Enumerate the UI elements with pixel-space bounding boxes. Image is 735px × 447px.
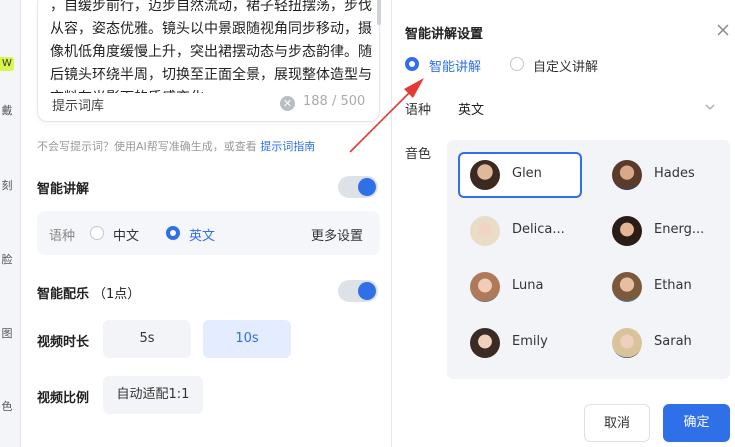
- option-chinese[interactable]: 中文: [113, 225, 139, 244]
- smart-narration-title: 智能讲解: [37, 182, 90, 197]
- option-custom-narration[interactable]: 自定义讲解: [533, 56, 598, 75]
- option-smart-narration[interactable]: 智能讲解: [429, 56, 481, 75]
- radio-custom-narration[interactable]: [510, 57, 524, 71]
- voice-option-emily[interactable]: Emily: [458, 320, 582, 366]
- ratio-label: 视频比例: [37, 391, 90, 406]
- voice-name: Hades: [654, 166, 695, 181]
- radio-smart-narration[interactable]: [405, 57, 419, 71]
- smart-music-title: 智能配乐 （1点）: [37, 287, 141, 302]
- avatar: [612, 160, 642, 190]
- voice-option-hades[interactable]: Hades: [600, 152, 724, 198]
- narration-settings-modal: 智能讲解设置 智能讲解 自定义讲解 语种 英文 音色 Glen Hades De…: [391, 0, 735, 447]
- radio-english[interactable]: [166, 226, 180, 240]
- option-english[interactable]: 英文: [189, 225, 215, 244]
- voice-label: 音色: [405, 147, 432, 162]
- duration-10s-button[interactable]: 10s: [203, 320, 291, 358]
- duration-5s-button[interactable]: 5s: [103, 320, 191, 358]
- left-nav-item[interactable]: 戴: [0, 102, 14, 118]
- duration-label: 视频时长: [37, 335, 90, 350]
- voice-name: Emily: [512, 334, 548, 349]
- voice-name: Delica...: [512, 222, 565, 237]
- close-icon[interactable]: [715, 22, 731, 38]
- voice-name: Sarah: [654, 334, 692, 349]
- voice-name: Luna: [512, 278, 544, 293]
- cancel-button[interactable]: 取消: [584, 404, 650, 442]
- modal-title: 智能讲解设置: [405, 27, 484, 42]
- voice-option-energ[interactable]: Energ...: [600, 208, 724, 254]
- smart-narration-toggle[interactable]: [338, 176, 378, 198]
- left-nav-item[interactable]: 刻: [0, 177, 14, 193]
- language-select[interactable]: 英文: [458, 99, 484, 118]
- language-label: 语种: [49, 229, 76, 244]
- chevron-down-icon[interactable]: [705, 102, 715, 112]
- voice-name: Ethan: [654, 278, 692, 293]
- voice-option-glen[interactable]: Glen: [458, 152, 582, 198]
- left-nav-item[interactable]: 脸: [0, 251, 14, 267]
- avatar: [470, 216, 500, 246]
- more-settings-button[interactable]: 更多设置: [311, 225, 363, 244]
- voice-grid: Glen Hades Delica... Energ... Luna Ethan…: [447, 140, 730, 379]
- radio-chinese[interactable]: [90, 226, 104, 240]
- smart-music-toggle[interactable]: [338, 280, 378, 302]
- ratio-button[interactable]: 自动适配1:1: [103, 376, 203, 414]
- left-nav-item[interactable]: 图: [0, 325, 14, 341]
- voice-option-ethan[interactable]: Ethan: [600, 264, 724, 310]
- left-nav-strip: W 戴 刻 脸 图 色: [0, 0, 20, 447]
- prompt-hint: 不会写提示词？使用AI帮写准确生成，或查看 提示词指南: [37, 140, 316, 153]
- new-badge: W: [0, 57, 14, 71]
- avatar: [470, 272, 500, 302]
- avatar: [612, 328, 642, 358]
- prompt-text[interactable]: ，自缓步前行，迈步自然流动，裙子轻扭摆荡，步伐从容，姿态优雅。镜头以中景跟随视角…: [50, 0, 372, 93]
- voice-name: Energ...: [654, 222, 705, 237]
- clear-icon[interactable]: ✕: [280, 96, 295, 111]
- confirm-button[interactable]: 确定: [663, 404, 730, 442]
- avatar: [612, 216, 642, 246]
- prompt-guide-link[interactable]: 提示词指南: [260, 140, 315, 153]
- prompt-library-button[interactable]: 提示词库: [52, 95, 104, 114]
- narration-language-row: 语种 中文 英文 更多设置: [37, 211, 380, 255]
- voice-option-delica[interactable]: Delica...: [458, 208, 582, 254]
- avatar: [470, 328, 500, 358]
- voice-option-luna[interactable]: Luna: [458, 264, 582, 310]
- prompt-editor[interactable]: ，自缓步前行，迈步自然流动，裙子轻扭摆荡，步伐从容，姿态优雅。镜头以中景跟随视角…: [37, 0, 381, 122]
- scrollbar[interactable]: [377, 0, 381, 25]
- char-counter: 188 / 500: [303, 94, 366, 109]
- language-label: 语种: [405, 103, 432, 118]
- settings-panel: ，自缓步前行，迈步自然流动，裙子轻扭摆荡，步伐从容，姿态优雅。镜头以中景跟随视角…: [21, 0, 391, 447]
- avatar: [612, 272, 642, 302]
- left-nav-item[interactable]: 色: [0, 398, 14, 414]
- avatar: [470, 160, 500, 190]
- voice-option-sarah[interactable]: Sarah: [600, 320, 724, 366]
- voice-name: Glen: [512, 166, 542, 181]
